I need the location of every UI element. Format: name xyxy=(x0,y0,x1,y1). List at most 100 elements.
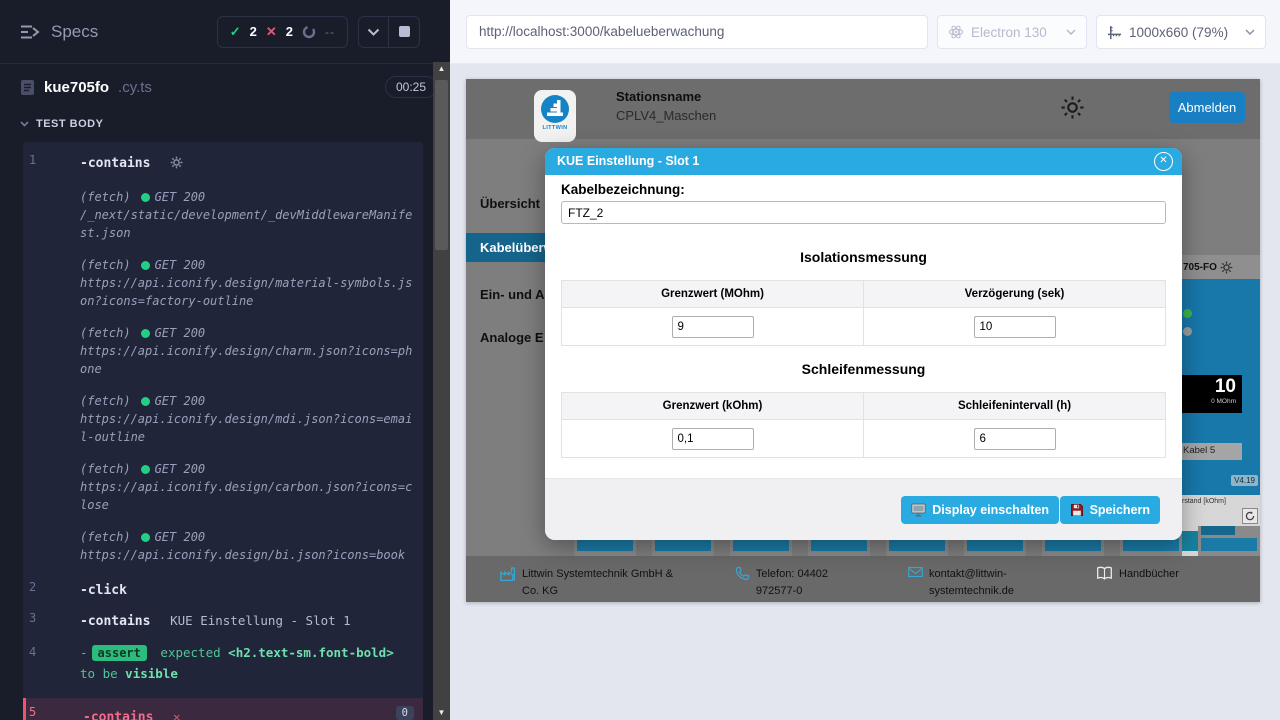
browser-select[interactable]: Electron 130 xyxy=(937,15,1087,49)
app-under-test: LITTWIN Stationsname CPLV4_Maschen Abmel… xyxy=(466,79,1260,602)
reporter-scrollbar[interactable]: ▲ ▼ xyxy=(433,62,450,720)
littwin-logo-icon xyxy=(540,94,570,124)
fetch-log-entry[interactable]: (fetch)GET 200 https://api.iconify.desig… xyxy=(23,387,423,451)
collapse-button[interactable] xyxy=(359,17,389,47)
mail-icon xyxy=(908,566,923,578)
card-gear-icon[interactable] xyxy=(1220,261,1233,274)
table-cell xyxy=(864,308,1166,346)
resistance-label: rstand [kOhm] xyxy=(1182,498,1226,505)
logout-button[interactable]: Abmelden xyxy=(1169,92,1245,123)
column-header: Grenzwert (kOhm) xyxy=(562,393,864,420)
command-row-contains-3[interactable]: 3 -contains KUE Einstellung - Slot 1 xyxy=(23,604,423,635)
stop-button[interactable] xyxy=(389,17,419,47)
failed-count: 2 xyxy=(286,24,293,39)
phone-number: Telefon: 04402 972577-0 xyxy=(756,566,855,599)
aut-toolbar: http://localhost:3000/kabelueberwachung … xyxy=(450,0,1280,64)
isolation-table: Grenzwert (MOhm) Verzögerung (sek) xyxy=(561,280,1166,346)
sidebar-item-analoge-eingaenge[interactable]: Analoge Ei xyxy=(480,330,544,345)
pending-count: -- xyxy=(325,25,335,39)
table-cell xyxy=(562,420,864,458)
passed-icon: ✓ xyxy=(230,24,241,40)
passed-count: 2 xyxy=(250,24,257,39)
spec-file-row[interactable]: kue705fo .cy.ts 00:25 xyxy=(0,64,450,110)
station-name-label: Stationsname xyxy=(616,89,701,104)
status-dot-icon xyxy=(141,193,150,202)
fetch-status: GET 200 xyxy=(155,324,206,342)
littwin-brand-text: LITTWIN xyxy=(542,125,567,131)
reporter-header: Specs ✓ 2 ✕ 2 -- xyxy=(0,0,433,64)
isolation-section-title: Isolationsmessung xyxy=(545,249,1182,265)
close-icon[interactable]: ✕ xyxy=(1154,152,1173,171)
spec-extension: .cy.ts xyxy=(118,79,152,96)
loop-section-title: Schleifenmessung xyxy=(545,361,1182,377)
kue-card-partial: 705-FO 10 0 MOhm Kabel 5 V4.19 rstand [k… xyxy=(1180,255,1260,555)
command-number: 3 xyxy=(29,611,69,625)
email-address: kontakt@littwin-systemtechnik.de xyxy=(929,566,1037,599)
column-header: Grenzwert (MOhm) xyxy=(562,281,864,308)
factory-icon xyxy=(500,566,516,582)
measurement-value: 10 xyxy=(1186,376,1236,398)
command-name: -contains xyxy=(83,710,153,720)
viewport-select[interactable]: 1000x660 (79%) xyxy=(1096,15,1266,49)
command-name: -contains xyxy=(80,614,150,629)
fetch-log-entry[interactable]: (fetch)GET 200 https://api.iconify.desig… xyxy=(23,523,423,569)
display-on-button[interactable]: Display einschalten xyxy=(901,496,1059,524)
fetch-log-entry[interactable]: (fetch)GET 200 https://api.iconify.desig… xyxy=(23,455,423,519)
fetch-log-entry[interactable]: (fetch)GET 200 https://api.iconify.desig… xyxy=(23,251,423,315)
refresh-icon[interactable] xyxy=(1242,508,1258,524)
settings-gear-icon[interactable] xyxy=(1060,95,1085,125)
specs-list-icon xyxy=(20,24,41,40)
command-row-contains-1[interactable]: 1 -contains xyxy=(23,146,423,179)
ruler-icon xyxy=(1107,25,1122,40)
command-row-assert[interactable]: 4 -assert expected <h2.text-sm.font-bold… xyxy=(23,635,423,692)
fetch-log-entry[interactable]: (fetch)GET 200 https://api.iconify.desig… xyxy=(23,319,423,383)
sidebar-item-ein-und-ausgaenge[interactable]: Ein- und Au xyxy=(480,287,544,302)
url-input[interactable]: http://localhost:3000/kabelueberwachung xyxy=(466,15,928,49)
fetch-status: GET 200 xyxy=(155,188,206,206)
spec-name: kue705fo xyxy=(44,79,109,96)
assert-badge: assert xyxy=(92,645,147,661)
fetch-url: https://api.iconify.design/mdi.json?icon… xyxy=(80,410,413,446)
command-row-click[interactable]: 2 -click xyxy=(23,573,423,604)
retry-count-badge: 0 xyxy=(396,706,414,720)
test-stats[interactable]: ✓ 2 ✕ 2 -- xyxy=(217,16,348,48)
loop-limit-input[interactable] xyxy=(672,428,754,450)
command-number: 5 xyxy=(29,705,69,719)
save-button[interactable]: Speichern xyxy=(1060,496,1160,524)
book-icon xyxy=(1096,566,1113,580)
command-name: -click xyxy=(80,583,127,598)
sidebar-item-uebersicht[interactable]: Übersicht xyxy=(480,196,544,211)
scrollbar-thumb[interactable] xyxy=(435,80,448,250)
stage: Specs ✓ 2 ✕ 2 -- kue705fo .cy.ts 00:25 xyxy=(0,0,1280,720)
loop-table: Grenzwert (kOhm) Schleifenintervall (h) xyxy=(561,392,1166,458)
fetch-status: GET 200 xyxy=(155,460,206,478)
scroll-up-icon[interactable]: ▲ xyxy=(433,62,450,76)
kue-settings-modal: KUE Einstellung - Slot 1 ✕ Kabelbezeichn… xyxy=(545,148,1182,540)
isolation-delay-input[interactable] xyxy=(974,316,1056,338)
scroll-down-icon[interactable]: ▼ xyxy=(433,706,450,720)
sidebar-item-kabelueberwachung[interactable]: Kabelüberw xyxy=(466,233,545,262)
command-number: 2 xyxy=(29,580,69,594)
main-area: http://localhost:3000/kabelueberwachung … xyxy=(450,0,1280,720)
specs-toggle[interactable]: Specs xyxy=(20,22,98,42)
cable-designation-input[interactable] xyxy=(561,201,1166,224)
footer-manuals-link[interactable]: Handbücher xyxy=(1096,566,1179,583)
assert-selector: <h2.text-sm.font-bold> xyxy=(228,645,394,660)
spec-timer-badge: 00:25 xyxy=(385,76,437,98)
test-body-header[interactable]: TEST BODY xyxy=(0,110,450,138)
command-number: 1 xyxy=(29,153,69,167)
modal-title: KUE Einstellung - Slot 1 xyxy=(557,148,699,175)
fetch-log-entry[interactable]: (fetch)GET 200 /_next/static/development… xyxy=(23,183,423,247)
loop-interval-input[interactable] xyxy=(974,428,1056,450)
status-dot-icon xyxy=(141,533,150,542)
fetch-status: GET 200 xyxy=(155,256,206,274)
fetch-prefix: (fetch) xyxy=(80,324,131,342)
command-options-gear-icon[interactable] xyxy=(170,154,183,173)
fetch-prefix: (fetch) xyxy=(80,256,131,274)
assert-text: to be xyxy=(80,666,118,681)
command-row-contains-failed[interactable]: 5 -contains ✕ 0 xyxy=(23,698,423,720)
pending-icon xyxy=(302,25,316,39)
isolation-limit-input[interactable] xyxy=(672,316,754,338)
fetch-url: /_next/static/development/_devMiddleware… xyxy=(80,206,413,242)
footer-phone: Telefon: 04402 972577-0 xyxy=(735,566,855,599)
